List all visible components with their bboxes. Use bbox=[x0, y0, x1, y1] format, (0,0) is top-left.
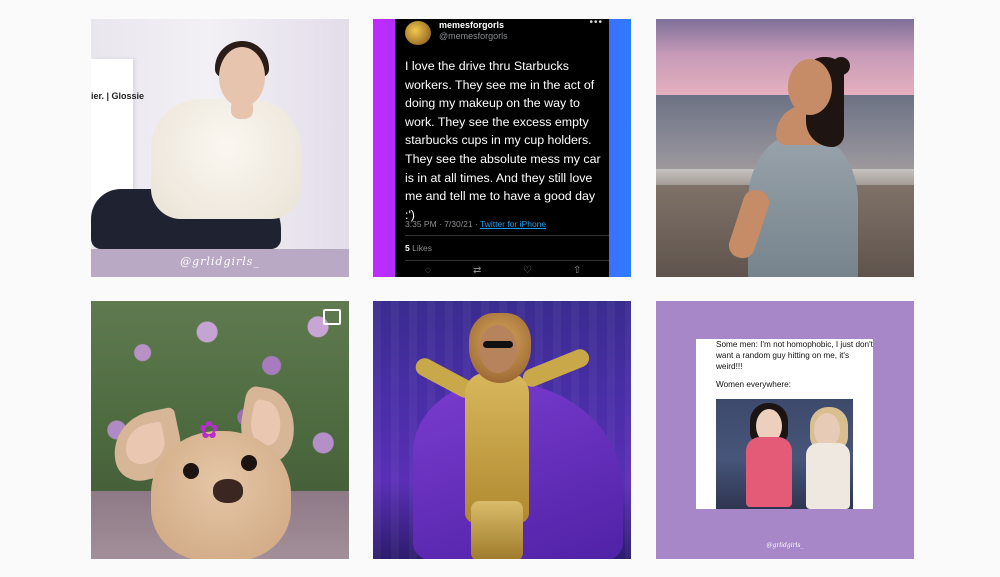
photo-subject-hand bbox=[231, 99, 253, 119]
watermark-text: @grlidgirls_ bbox=[180, 255, 260, 268]
video-icon bbox=[323, 309, 341, 325]
photo-subject-sweater bbox=[151, 99, 301, 219]
photo-subject-bun bbox=[832, 57, 850, 75]
post-tile-5[interactable] bbox=[373, 301, 631, 559]
like-icon: ♡ bbox=[523, 265, 532, 276]
post-grid: ier. | Glossie @grlidgirls_ memesforgorl… bbox=[91, 19, 914, 559]
meme-person-2 bbox=[806, 443, 850, 509]
tweet-avatar bbox=[405, 21, 431, 45]
meme-photo bbox=[716, 399, 853, 509]
tweet-likes: 5 Likes bbox=[405, 243, 432, 253]
meme-subcaption: Women everywhere: bbox=[716, 380, 791, 389]
performer-face bbox=[479, 325, 517, 373]
wall-sign: ier. | Glossie bbox=[91, 91, 145, 101]
post-tile-4[interactable]: ✿ bbox=[91, 301, 349, 559]
post-tile-6[interactable]: Some men: I'm not homophobic, I just don… bbox=[656, 301, 914, 559]
flower-icon: ✿ bbox=[199, 417, 220, 444]
dog-eye-left bbox=[183, 463, 199, 479]
post-tile-2[interactable]: memesforgorls @memesforgorls ••• I love … bbox=[373, 19, 631, 277]
tweet-display-name: memesforgorls bbox=[439, 20, 505, 30]
photo-subject-face bbox=[788, 59, 832, 115]
tweet-handle: @memesforgorls bbox=[439, 31, 508, 41]
tweet-timestamp: 3:35 PM · 7/30/21 · bbox=[405, 219, 478, 229]
likes-count: 5 bbox=[405, 243, 410, 253]
performer-boots bbox=[471, 501, 523, 559]
meme-card: Some men: I'm not homophobic, I just don… bbox=[696, 339, 873, 509]
meme-person-1 bbox=[746, 437, 792, 507]
divider bbox=[405, 235, 609, 236]
divider bbox=[405, 260, 609, 261]
more-icon: ••• bbox=[589, 19, 603, 28]
dog-eye-right bbox=[241, 455, 257, 471]
share-icon: ⇧ bbox=[573, 265, 582, 276]
reply-icon: ◌ bbox=[425, 265, 431, 276]
tweet-card: memesforgorls @memesforgorls ••• I love … bbox=[395, 19, 609, 277]
tweet-source-link: Twitter for iPhone bbox=[479, 219, 547, 229]
photo-subject-face bbox=[219, 47, 265, 107]
tweet-text: I love the drive thru Starbucks workers.… bbox=[405, 59, 601, 222]
dog-nose bbox=[213, 479, 243, 503]
likes-label: Likes bbox=[412, 243, 432, 253]
meme-caption: Some men: I'm not homophobic, I just don… bbox=[716, 340, 873, 371]
tweet-meta: 3:35 PM · 7/30/21 · Twitter for iPhone bbox=[405, 219, 546, 229]
photo-sky bbox=[656, 19, 914, 97]
post-tile-3[interactable] bbox=[656, 19, 914, 277]
retweet-icon: ⇄ bbox=[473, 265, 482, 276]
meme-person-2-face bbox=[814, 413, 840, 447]
post-tile-1[interactable]: ier. | Glossie @grlidgirls_ bbox=[91, 19, 349, 277]
performer-sunglasses bbox=[483, 341, 513, 348]
watermark-text: @grlidgirls_ bbox=[766, 542, 804, 549]
